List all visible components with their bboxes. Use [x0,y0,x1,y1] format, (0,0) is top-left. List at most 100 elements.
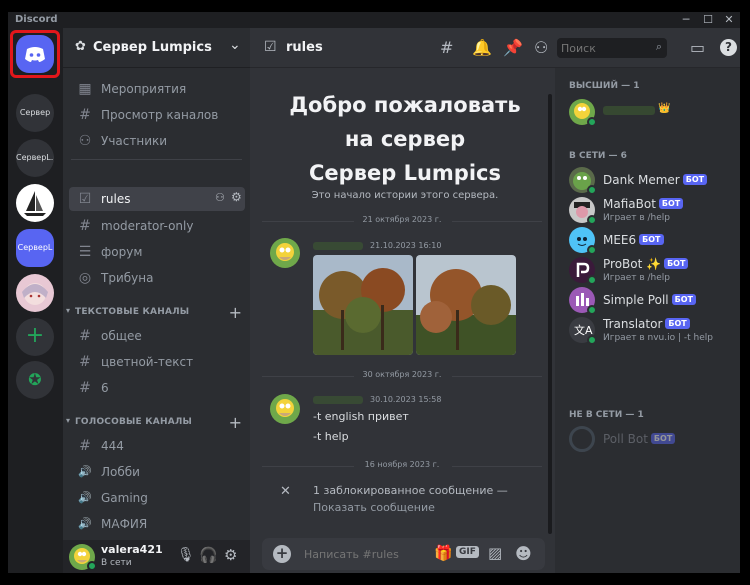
search-box[interactable]: ⌕ [557,38,667,58]
member-name-text: MEE6 [603,233,636,247]
date-divider: 16 ноября 2023 г. [262,460,542,472]
user-settings-gear-icon[interactable]: ⚙ [224,546,237,564]
threads-icon[interactable]: # [440,38,453,57]
channel-moderator-only[interactable]: # moderator-only [69,214,245,238]
online-status-dot [587,335,597,345]
attachment-image-2[interactable] [416,255,516,355]
message-avatar[interactable] [270,394,300,424]
category-label: ТЕКСТОВЫЕ КАНАЛЫ [75,307,189,317]
explore-servers-icon[interactable]: ✪ [16,361,54,399]
server-icon-2[interactable]: СерверL.r [16,139,54,177]
message-timestamp: 21.10.2023 16:10 [370,241,441,250]
channel-444[interactable]: # 444 [69,434,245,458]
chat-scrollbar[interactable] [548,94,552,534]
channel-6[interactable]: # 6 [69,376,245,400]
channel-forum[interactable]: ☰ форум [69,240,245,264]
nav-events[interactable]: ▦ Мероприятия [69,77,245,101]
chevron-down-icon[interactable]: ⌄ [229,37,241,53]
sticker-icon[interactable]: ▨ [488,544,502,562]
member-name-blurred [603,106,655,115]
add-server-button[interactable]: + [16,318,54,356]
category-voice-channels[interactable]: ▾ ГОЛОСОВЫЕ КАНАЛЫ + [63,416,250,432]
bot-badge: БОТ [659,198,683,209]
nav-label: Участники [101,134,167,148]
inbox-icon[interactable]: ▭ [690,38,705,57]
homer-avatar-icon [270,238,300,268]
channel-label: Gaming [101,491,148,505]
member-poll-bot[interactable]: Poll BotБОТ [563,425,733,455]
server-icon-3[interactable] [16,184,54,222]
category-text-channels[interactable]: ▾ ТЕКСТОВЫЕ КАНАЛЫ + [63,306,250,322]
show-message-link[interactable]: Показать сообщение [313,501,435,514]
gear-icon[interactable]: ⚙ [231,190,242,204]
message-avatar[interactable] [270,238,300,268]
channel-stage[interactable]: ◎ Трибуна [69,266,245,290]
member-avatar [569,426,595,452]
blocked-close-icon[interactable]: ✕ [280,484,291,499]
server-label: Сервер [20,108,50,117]
gift-icon[interactable]: 🎁 [434,544,453,562]
help-icon[interactable]: ? [720,39,737,56]
speaker-icon: 🔊 [77,491,93,504]
emoji-icon[interactable]: ☻ [515,544,532,563]
member-name: TranslatorБОТ [603,317,690,331]
add-channel-button[interactable]: + [229,413,242,432]
date-label: 21 октября 2023 г. [342,215,462,224]
channel-rules[interactable]: ☑ rules ⚇ ⚙ [69,187,245,211]
attach-plus-icon[interactable]: + [273,545,291,563]
member-simple-poll[interactable]: Simple PollБОТ [563,286,733,316]
online-status-dot [587,117,597,127]
attachment-image-1[interactable] [313,255,413,355]
online-status-dot [587,245,597,255]
member-list-icon[interactable]: ⚇ [534,38,548,57]
member-dank-memer[interactable]: Dank MemerБОТ [563,166,733,196]
nav-browse-channels[interactable]: # Просмотр каналов [69,103,245,127]
message-input[interactable] [304,546,414,562]
member-activity: Играет в /help [603,213,670,223]
channel-color-text[interactable]: # цветной-текст [69,350,245,374]
member-mafiabot[interactable]: MafiaBotБОТ Играет в /help [563,196,733,226]
hash-icon: # [77,354,93,370]
date-divider: 30 октября 2023 г. [262,370,542,382]
add-member-icon[interactable]: ⚇ [215,191,225,204]
member-translator[interactable]: 文A TranslatorБОТ Играет в nvu.io | -t he… [563,316,733,346]
member-probot[interactable]: ProBot ✨БОТ Играет в /help [563,256,733,286]
bot-badge: БОТ [665,318,689,329]
category-label: ГОЛОСОВЫЕ КАНАЛЫ [75,417,192,427]
server-icon-1[interactable]: Сервер [16,94,54,132]
speaker-icon: 🔊 [77,465,93,478]
blocked-message-text: 1 заблокированное сообщение — [313,484,508,497]
message-text: -t english привет [313,410,409,423]
voice-channel-mafia[interactable]: 🔊 МАФИЯ [69,512,245,536]
guild-header[interactable]: ✿ Сервер Lumpics ⌄ [63,28,250,68]
bot-badge: БОТ [683,174,707,185]
channel-sidebar: ✿ Сервер Lumpics ⌄ ▦ Мероприятия # Просм… [63,28,250,573]
maximize-icon[interactable]: ☐ [698,12,718,28]
member-owner[interactable]: 👑 [563,98,733,128]
voice-channel-gaming[interactable]: 🔊 Gaming [69,486,245,510]
channel-label: rules [101,192,131,206]
autumn-tree-photo [313,255,413,355]
pin-icon[interactable]: 📌 [503,38,523,57]
gif-button[interactable]: GIF [456,546,479,558]
date-divider: 21 октября 2023 г. [262,215,542,227]
member-category-online: В СЕТИ — 6 [569,151,627,161]
server-icon-4[interactable]: СерверL [16,229,54,267]
bell-icon[interactable]: 🔔 [472,38,492,57]
add-channel-button[interactable]: + [229,303,242,322]
member-activity: Играет в nvu.io | -t help [603,333,713,343]
microphone-icon[interactable]: 🎙 [177,547,195,563]
server-icon-5[interactable] [16,274,54,312]
member-mee6[interactable]: MEE6БОТ [563,226,733,256]
nav-members[interactable]: ⚇ Участники [69,129,245,153]
bot-badge: БОТ [672,294,696,305]
member-activity: Играет в /help [603,273,670,283]
voice-channel-lobby[interactable]: 🔊 Лобби [69,460,245,484]
headphones-icon[interactable]: 🎧 [199,546,218,564]
date-label: 16 ноября 2023 г. [342,460,462,469]
channel-general[interactable]: # общее [69,324,245,348]
minimize-icon[interactable]: ─ [676,12,696,28]
search-input[interactable] [561,41,641,55]
close-icon[interactable]: ✕ [719,12,739,28]
home-highlight-frame [10,30,60,78]
